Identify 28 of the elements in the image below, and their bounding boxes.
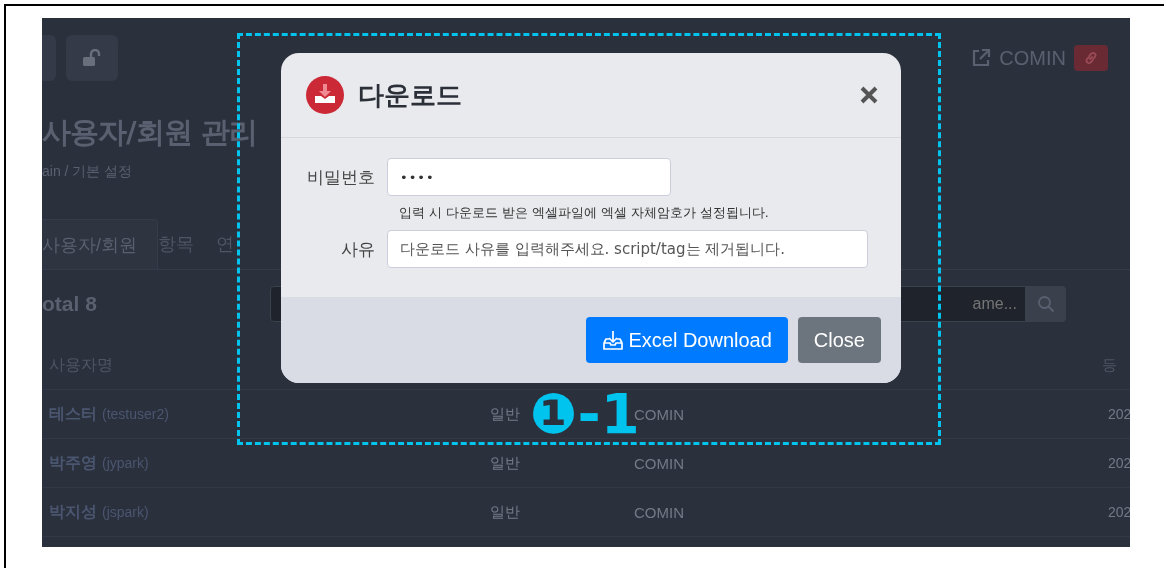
lock-button[interactable] <box>66 35 118 81</box>
field-label: 비밀번호 <box>306 165 376 189</box>
download-icon <box>306 76 344 114</box>
dialog-title: 다운로드 <box>358 78 463 112</box>
link-icon <box>1083 50 1099 66</box>
toolbar-button[interactable] <box>42 35 56 81</box>
link-button[interactable] <box>1074 45 1108 71</box>
table-cell: COMIN <box>634 503 684 521</box>
external-link-icon[interactable] <box>971 48 992 68</box>
password-field[interactable]: •••• <box>387 158 671 196</box>
reason-field[interactable]: 다운로드 사유를 입력해주세요. script/tag는 제거됩니다. <box>387 230 868 268</box>
table-cell: 일반 <box>490 453 520 473</box>
table-cell: 일반 <box>490 502 520 522</box>
table-cell: 202 <box>1108 504 1130 520</box>
excel-download-button[interactable]: Excel Download <box>586 317 788 363</box>
table-cell: 일반 <box>490 404 520 424</box>
search-button[interactable] <box>1026 286 1066 322</box>
close-icon[interactable] <box>859 85 879 105</box>
unlocked-padlock-icon <box>82 49 102 67</box>
help-text: 입력 시 다운로드 받은 엑셀파일에 엑셀 자체암호가 설정됩니다. <box>399 205 770 222</box>
close-button[interactable]: Close <box>797 317 881 363</box>
download-tray-icon <box>602 329 625 351</box>
table-cell: COMIN <box>634 454 684 472</box>
table-cell: 202 <box>1108 406 1130 422</box>
field-label: 사유 <box>340 237 376 261</box>
table-cell: COMIN <box>634 405 684 423</box>
search-icon <box>1037 295 1055 313</box>
table-cell: 202 <box>1108 455 1130 471</box>
